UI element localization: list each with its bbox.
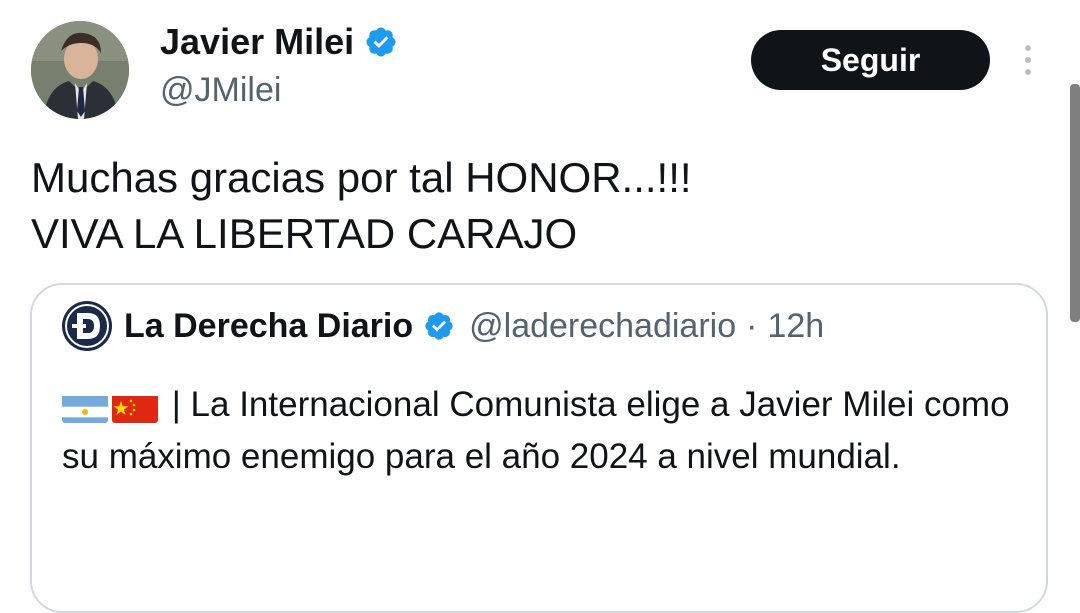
- tweet-text: Muchas gracias por tal HONOR...!!! VIVA …: [31, 154, 692, 257]
- verified-badge-icon: [366, 27, 396, 57]
- separator-dot: ·: [746, 306, 758, 345]
- scrollbar[interactable]: [1070, 84, 1080, 322]
- la-derecha-diario-logo-icon[interactable]: [62, 301, 112, 351]
- verified-badge-icon: [425, 312, 453, 340]
- author-photo: [31, 21, 129, 119]
- follow-button[interactable]: Seguir: [751, 30, 990, 90]
- author-avatar[interactable]: [31, 21, 129, 119]
- china-flag-icon: [112, 391, 158, 423]
- author-name[interactable]: Javier Milei: [160, 22, 398, 62]
- argentina-flag-icon: [62, 391, 108, 423]
- quoted-timestamp[interactable]: 12h: [767, 307, 824, 346]
- more-vertical-icon[interactable]: [1018, 42, 1038, 82]
- quoted-author-name[interactable]: La Derecha Diario: [124, 307, 413, 346]
- quoted-tweet-card[interactable]: La Derecha Diario @laderechadiario · 12h: [30, 283, 1048, 613]
- quoted-author-handle[interactable]: @laderechadiario: [469, 307, 736, 346]
- quoted-tweet-header[interactable]: La Derecha Diario @laderechadiario · 12h: [62, 301, 824, 351]
- author-name-text[interactable]: Javier Milei: [160, 22, 354, 62]
- quoted-tweet-body: | La Internacional Comunista elige a Jav…: [62, 385, 1010, 476]
- author-handle[interactable]: @JMilei: [160, 70, 281, 110]
- quoted-tweet-text: | La Internacional Comunista elige a Jav…: [62, 379, 1022, 483]
